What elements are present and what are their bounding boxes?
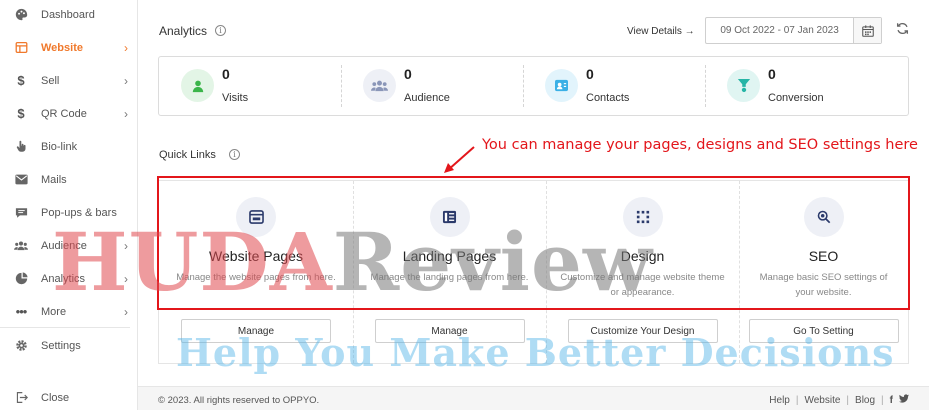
funnel-icon bbox=[727, 69, 760, 102]
sidebar-item-label: Website bbox=[41, 41, 83, 54]
stat-label: Audience bbox=[404, 92, 450, 104]
calendar-icon[interactable] bbox=[853, 18, 881, 43]
stat-value: 0 bbox=[222, 66, 230, 82]
facebook-icon[interactable]: f bbox=[890, 395, 893, 406]
sidebar-item-qr-code[interactable]: $ QR Code › bbox=[0, 97, 138, 130]
palette-icon bbox=[14, 8, 28, 22]
stat-label: Visits bbox=[222, 92, 249, 104]
website-icon bbox=[14, 41, 28, 55]
watermark-part1: HUDA bbox=[52, 215, 333, 309]
hand-pointer-icon bbox=[14, 140, 28, 154]
footer-links: Help | Website | Blog | f bbox=[769, 394, 909, 406]
sidebar-item-mails[interactable]: Mails bbox=[0, 163, 138, 196]
footer-link-blog[interactable]: Blog bbox=[855, 395, 875, 406]
sidebar-item-label: Settings bbox=[41, 339, 81, 352]
gear-icon bbox=[14, 339, 28, 353]
stat-label: Contacts bbox=[586, 92, 630, 104]
sidebar-item-sell[interactable]: $ Sell › bbox=[0, 64, 138, 97]
divider: | bbox=[846, 394, 850, 406]
refresh-icon[interactable] bbox=[896, 22, 909, 38]
sidebar-item-dashboard[interactable]: Dashboard bbox=[0, 0, 138, 31]
date-range-value[interactable]: 09 Oct 2022 - 07 Jan 2023 bbox=[706, 18, 853, 43]
contact-card-icon bbox=[545, 69, 578, 102]
info-icon[interactable]: i bbox=[215, 25, 226, 36]
sidebar-item-settings[interactable]: Settings bbox=[0, 329, 138, 362]
sidebar-item-label: Sell bbox=[41, 74, 60, 87]
logout-icon bbox=[14, 391, 28, 405]
divider: | bbox=[795, 394, 799, 406]
stat-audience: 0 Audience bbox=[341, 57, 523, 115]
comment-icon bbox=[14, 206, 28, 220]
chevron-right-icon: › bbox=[124, 106, 128, 121]
divider: | bbox=[881, 394, 884, 406]
footer-link-help[interactable]: Help bbox=[769, 395, 790, 406]
annotation-arrow-icon bbox=[444, 146, 475, 173]
sidebar-item-label: Bio-link bbox=[41, 140, 78, 153]
twitter-icon[interactable] bbox=[899, 394, 909, 406]
dollar-icon: $ bbox=[17, 106, 25, 121]
date-range-picker[interactable]: 09 Oct 2022 - 07 Jan 2023 bbox=[705, 17, 882, 44]
analytics-title: Analytics bbox=[159, 24, 208, 38]
sidebar-item-label: Dashboard bbox=[41, 8, 95, 21]
users-icon bbox=[14, 239, 28, 253]
more-icon: ••• bbox=[15, 304, 28, 319]
stats-card: 0 Visits 0 Audience 0 Contacts 0 Convers… bbox=[158, 56, 909, 116]
watermark-logo: HUDAReview bbox=[52, 222, 653, 302]
sidebar-item-label: Close bbox=[41, 391, 70, 404]
chevron-right-icon: › bbox=[124, 73, 128, 88]
footer: © 2023. All rights reserved to OPPYO. He… bbox=[138, 386, 929, 410]
footer-link-website[interactable]: Website bbox=[804, 395, 840, 406]
chevron-right-icon: › bbox=[124, 40, 128, 55]
sidebar-item-close[interactable]: Close bbox=[0, 381, 138, 410]
sidebar: Dashboard Website › $ Sell › $ QR Code ›… bbox=[0, 0, 138, 410]
stat-value: 0 bbox=[404, 66, 412, 82]
mail-icon bbox=[14, 173, 28, 187]
stat-value: 0 bbox=[586, 66, 594, 82]
stat-contacts: 0 Contacts bbox=[523, 57, 705, 115]
chart-icon bbox=[14, 272, 28, 286]
watermark-part2: Review bbox=[332, 215, 653, 309]
sidebar-item-label: QR Code bbox=[41, 107, 87, 120]
sidebar-item-bio-link[interactable]: Bio-link bbox=[0, 130, 138, 163]
sidebar-item-label: Mails bbox=[41, 173, 67, 186]
annotation-text: You can manage your pages, designs and S… bbox=[482, 137, 918, 153]
stat-visits: 0 Visits bbox=[159, 57, 341, 115]
sidebar-divider bbox=[0, 327, 130, 328]
user-icon bbox=[181, 69, 214, 102]
stat-conversion: 0 Conversion bbox=[705, 57, 909, 115]
quick-links-title: Quick Links bbox=[159, 149, 216, 161]
info-icon[interactable]: i bbox=[229, 149, 240, 160]
watermark-tagline: Help You Make Better Decisions bbox=[176, 330, 895, 375]
copyright-text: © 2023. All rights reserved to OPPYO. bbox=[158, 395, 320, 406]
view-details-link[interactable]: View Details → bbox=[627, 26, 695, 37]
stat-value: 0 bbox=[768, 66, 776, 82]
stat-label: Conversion bbox=[768, 92, 824, 104]
group-icon bbox=[363, 69, 396, 102]
sidebar-item-website[interactable]: Website › bbox=[0, 31, 138, 64]
dollar-icon: $ bbox=[17, 73, 25, 88]
